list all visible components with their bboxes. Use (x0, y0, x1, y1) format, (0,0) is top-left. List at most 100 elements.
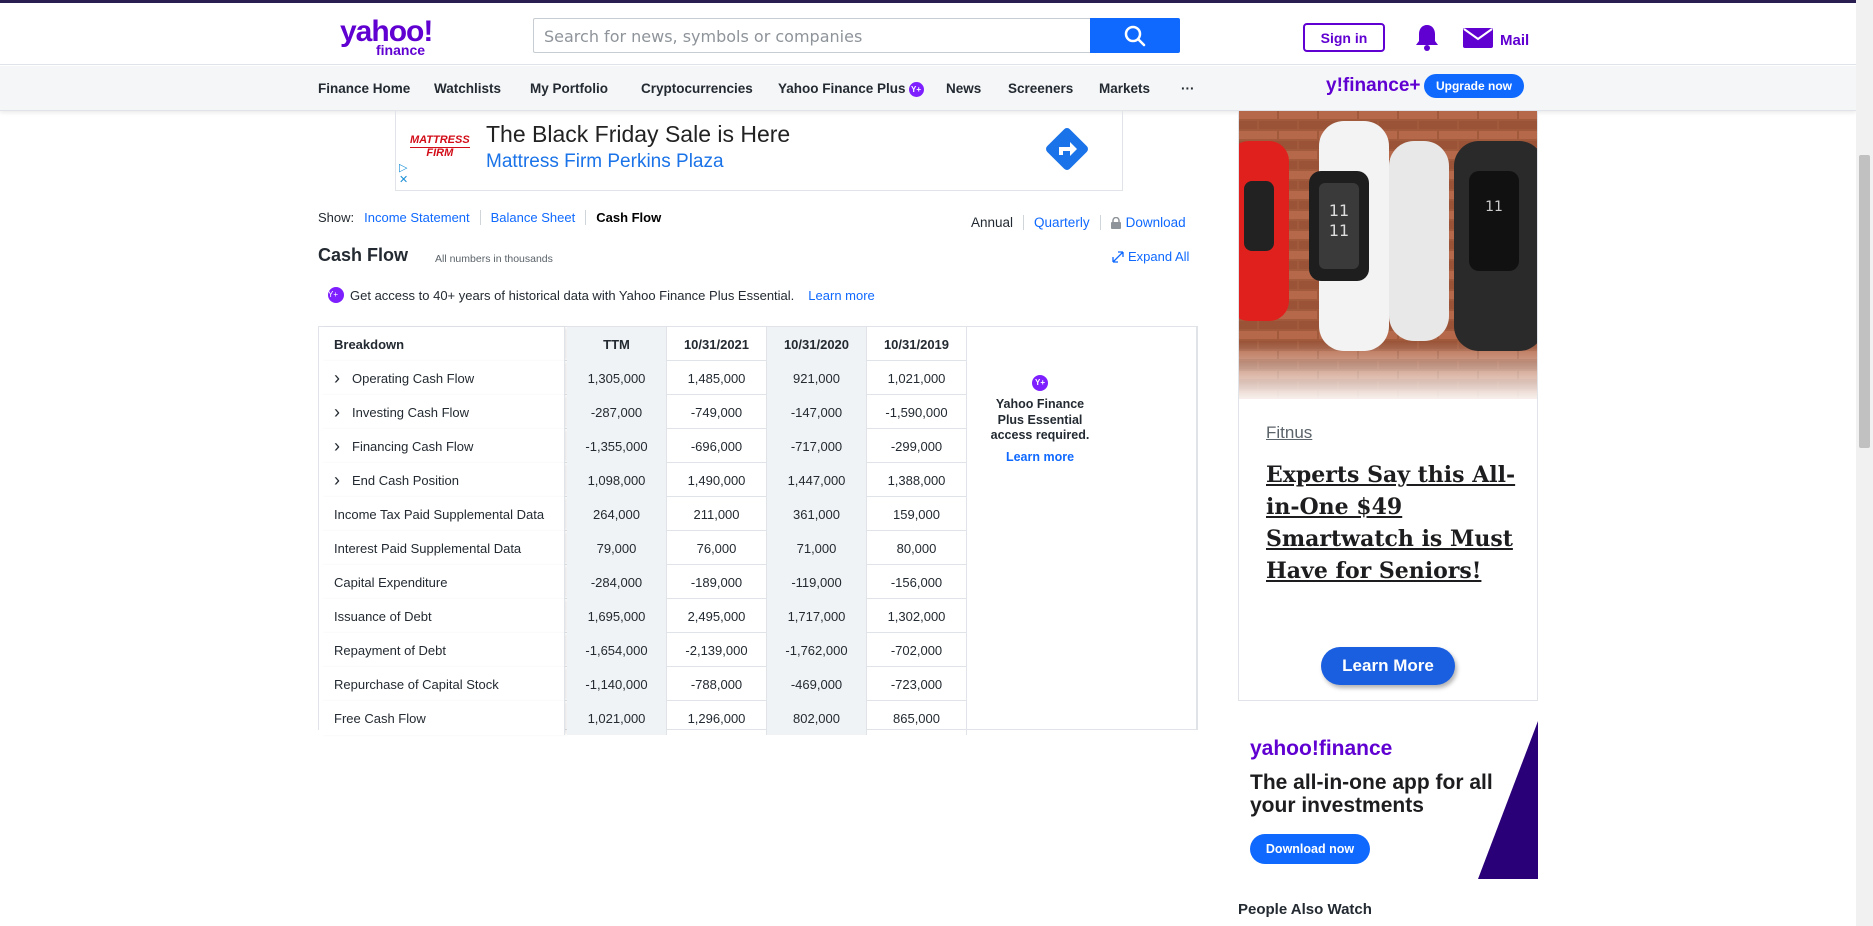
yahoo-finance-plus-logo: y!finance+ (1326, 75, 1421, 96)
row-value: 1,098,000 (567, 463, 667, 497)
search-icon (1124, 25, 1146, 46)
ad-subline: Mattress Firm Perkins Plaza (486, 151, 724, 172)
side-ad[interactable]: 11 11 11 Fitnus Experts Say this All-in-… (1238, 110, 1538, 701)
svg-text:11: 11 (1329, 201, 1349, 220)
row-value: -284,000 (567, 565, 667, 599)
table-row: Income Tax Paid Supplemental Data 264,000… (319, 497, 967, 531)
row-value: 264,000 (567, 497, 667, 531)
quarterly-toggle[interactable]: Quarterly (1024, 215, 1101, 230)
nav-my-portfolio[interactable]: My Portfolio (530, 81, 608, 96)
chevron-right-icon[interactable]: › (334, 436, 352, 457)
table-header-row: Breakdown TTM 10/31/2021 10/31/2020 10/3… (319, 327, 967, 361)
plus-learn-more-link[interactable]: Learn more (970, 450, 1110, 466)
scrollbar-thumb[interactable] (1859, 155, 1870, 448)
nav-watchlists[interactable]: Watchlists (434, 81, 501, 96)
chevron-right-icon[interactable]: › (334, 470, 352, 491)
nav-yahoo-finance-plus[interactable]: Yahoo Finance Plus Y+ (778, 81, 924, 97)
row-value: -1,140,000 (567, 667, 667, 701)
row-label-text: Investing Cash Flow (352, 404, 470, 420)
row-label-text: Repurchase of Capital Stock (334, 676, 499, 692)
balance-sheet-link[interactable]: Balance Sheet (481, 210, 587, 225)
table-row[interactable]: › End Cash Position 1,098,000 1,490,000 1,44… (319, 463, 967, 497)
row-label-text: Capital Expenditure (334, 574, 448, 590)
row-value: 1,305,000 (567, 361, 667, 395)
svg-text:11: 11 (1329, 221, 1349, 240)
app-ad-text: The all-in-one app for all your investme… (1250, 771, 1493, 817)
expand-all-button[interactable]: Expand All (1112, 249, 1189, 264)
row-value: 1,021,000 (867, 361, 967, 395)
mail-icon[interactable] (1463, 28, 1493, 53)
row-label-text: Issuance of Debt (334, 608, 432, 624)
header: yahoo! finance Search for news, symbols … (0, 3, 1856, 65)
row-label: Issuance of Debt (319, 599, 565, 633)
app-ad-logo: yahoo!finance (1250, 737, 1393, 760)
row-value: -1,762,000 (767, 633, 867, 667)
row-value: 1,296,000 (667, 701, 767, 735)
access-learn-more-link[interactable]: Learn more (808, 288, 874, 303)
side-ad-learn-more-button[interactable]: Learn More (1321, 647, 1455, 685)
sign-in-button[interactable]: Sign in (1303, 23, 1385, 52)
upgrade-now-button[interactable]: Upgrade now (1424, 74, 1524, 98)
ad-brand-link[interactable]: Fitnus (1266, 423, 1312, 443)
app-download-ad[interactable]: yahoo!finance The all-in-one app for all… (1238, 721, 1538, 879)
nav-news[interactable]: News (946, 81, 981, 96)
cash-flow-tab-active[interactable]: Cash Flow (586, 210, 661, 225)
nav-finance-home[interactable]: Finance Home (318, 81, 410, 96)
chevron-right-icon[interactable]: › (334, 368, 352, 389)
row-label[interactable]: › Operating Cash Flow (319, 361, 565, 395)
row-value: -2,139,000 (667, 633, 767, 667)
row-value: -156,000 (867, 565, 967, 599)
annual-toggle[interactable]: Annual (971, 215, 1025, 230)
smartwatch-ad-image: 11 11 11 (1239, 111, 1537, 399)
row-label-text: Financing Cash Flow (352, 438, 474, 454)
table-row[interactable]: › Operating Cash Flow 1,305,000 1,485,000 92… (319, 361, 967, 395)
ad-choices-icon[interactable]: ▷ ✕ (399, 162, 408, 186)
row-value: 1,490,000 (667, 463, 767, 497)
row-value: -119,000 (767, 565, 867, 599)
row-value: -702,000 (867, 633, 967, 667)
page-scrollbar[interactable] (1856, 0, 1873, 926)
income-statement-link[interactable]: Income Statement (364, 210, 481, 225)
row-value: 361,000 (767, 497, 867, 531)
yahoo-plus-badge-icon: Y+ (1032, 375, 1048, 391)
row-value: 76,000 (667, 531, 767, 565)
chevron-right-icon[interactable]: › (334, 402, 352, 423)
row-label[interactable]: › End Cash Position (319, 463, 565, 497)
notification-bell-icon[interactable] (1414, 23, 1440, 56)
row-value: 1,388,000 (867, 463, 967, 497)
row-value: 1,485,000 (667, 361, 767, 395)
row-value: 211,000 (667, 497, 767, 531)
row-label[interactable]: › Investing Cash Flow (319, 395, 565, 429)
nav-screeners[interactable]: Screeners (1008, 81, 1073, 96)
row-label: Repurchase of Capital Stock (319, 667, 565, 701)
search-button[interactable] (1090, 18, 1180, 53)
mail-link[interactable]: Mail (1500, 32, 1529, 49)
yahoo-plus-badge-icon: Y+ (908, 82, 924, 97)
row-value: -469,000 (767, 667, 867, 701)
ad-banner[interactable]: MATTRESS FIRM The Black Friday Sale is H… (395, 111, 1123, 191)
header-2019: 10/31/2019 (867, 327, 967, 361)
row-label-text: Income Tax Paid Supplemental Data (334, 506, 545, 522)
table-row: Capital Expenditure -284,000 -189,000 -119,… (319, 565, 967, 599)
nav-cryptocurrencies[interactable]: Cryptocurrencies (641, 81, 753, 96)
svg-text:11: 11 (1485, 199, 1503, 215)
row-label[interactable]: › Financing Cash Flow (319, 429, 565, 463)
nav-markets[interactable]: Markets (1099, 81, 1150, 96)
download-link[interactable]: Download (1101, 215, 1186, 230)
row-value: 71,000 (767, 531, 867, 565)
period-selector: Annual Quarterly Download (971, 215, 1186, 230)
search-input[interactable]: Search for news, symbols or companies (533, 18, 1091, 53)
row-value: 79,000 (567, 531, 667, 565)
table-row[interactable]: › Investing Cash Flow -287,000 -749,000 -147… (319, 395, 967, 429)
nav-more-menu[interactable]: ··· (1181, 81, 1195, 96)
row-label-text: End Cash Position (352, 472, 459, 488)
side-ad-headline[interactable]: Experts Say this All-in-One $49 Smartwat… (1266, 459, 1516, 587)
row-value: -1,654,000 (567, 633, 667, 667)
download-now-button[interactable]: Download now (1250, 834, 1370, 864)
yahoo-finance-logo[interactable]: yahoo! finance (340, 17, 433, 58)
directions-arrow-icon[interactable] (1043, 125, 1091, 178)
table-row[interactable]: › Financing Cash Flow -1,355,000 -696,000 -7… (319, 429, 967, 463)
row-value: 80,000 (867, 531, 967, 565)
row-value: 802,000 (767, 701, 867, 735)
expand-arrows-icon (1112, 250, 1124, 263)
